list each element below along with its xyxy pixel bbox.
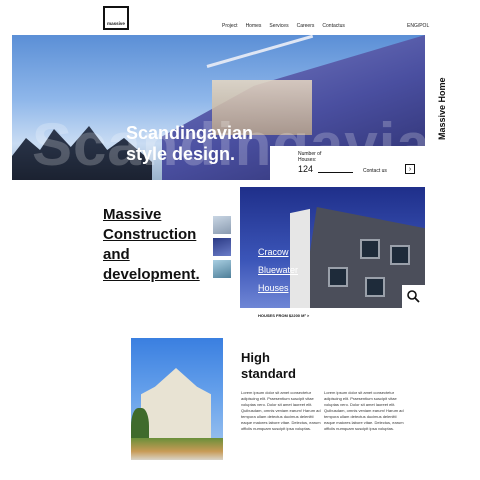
houses-count-label: Number of Houses:	[298, 151, 322, 163]
project-name[interactable]: Cracow Bluewater Houses	[258, 243, 298, 297]
divider-line	[318, 172, 353, 173]
nav-item-careers[interactable]: Careers	[297, 23, 315, 29]
houses-info-card: Number of Houses: 124 Contact us ›	[270, 146, 425, 180]
contact-arrow-button[interactable]: ›	[405, 164, 415, 174]
contact-us-link[interactable]: Contact us	[363, 168, 387, 174]
chevron-right-icon: ›	[408, 165, 412, 173]
nav-item-homes[interactable]: Homes	[246, 23, 262, 29]
thumbnail-2[interactable]	[213, 238, 231, 256]
house-photo	[131, 338, 223, 460]
high-standard-title: High standard	[241, 350, 296, 381]
language-switcher[interactable]: ENG/POL	[407, 23, 429, 29]
project-name-line-2: Bluewater	[258, 265, 299, 275]
project-name-line-3: Houses	[258, 283, 289, 293]
building-window	[360, 239, 380, 259]
hero-balcony-rail	[206, 35, 314, 68]
garden	[131, 438, 223, 460]
vertical-brand-label: Massive Home	[437, 77, 447, 140]
search-button[interactable]	[402, 285, 425, 308]
building-window	[328, 267, 348, 287]
brand-logo[interactable]: massive	[103, 6, 129, 30]
houses-count-value: 124	[298, 164, 314, 174]
house-body	[141, 368, 211, 443]
nav-item-services[interactable]: Services	[269, 23, 288, 29]
logo-text: massive	[107, 21, 125, 26]
building-window	[390, 245, 410, 265]
description-column-2: Lorem ipsum dolor sit amet consectetur a…	[324, 390, 404, 431]
price-link[interactable]: HOUSES FROM $2200 M² >	[258, 313, 309, 318]
nav-item-contact[interactable]: Contactus	[322, 23, 345, 29]
main-nav: Project Homes Services Careers Contactus	[222, 23, 345, 29]
project-name-line-1: Cracow	[258, 247, 289, 257]
nav-item-project[interactable]: Project	[222, 23, 238, 29]
search-icon	[407, 290, 420, 303]
thumbnail-3[interactable]	[213, 260, 231, 278]
project-thumbnails	[213, 216, 231, 282]
description-column-1: Lorem ipsum dolor sit amet consectetur a…	[241, 390, 321, 431]
building-window	[365, 277, 385, 297]
project-card[interactable]: Cracow Bluewater Houses	[240, 187, 425, 308]
thumbnail-1[interactable]	[213, 216, 231, 234]
hero-title: Scandingavian style design.	[126, 123, 254, 164]
section-title: Massive Construction and development.	[103, 206, 200, 283]
